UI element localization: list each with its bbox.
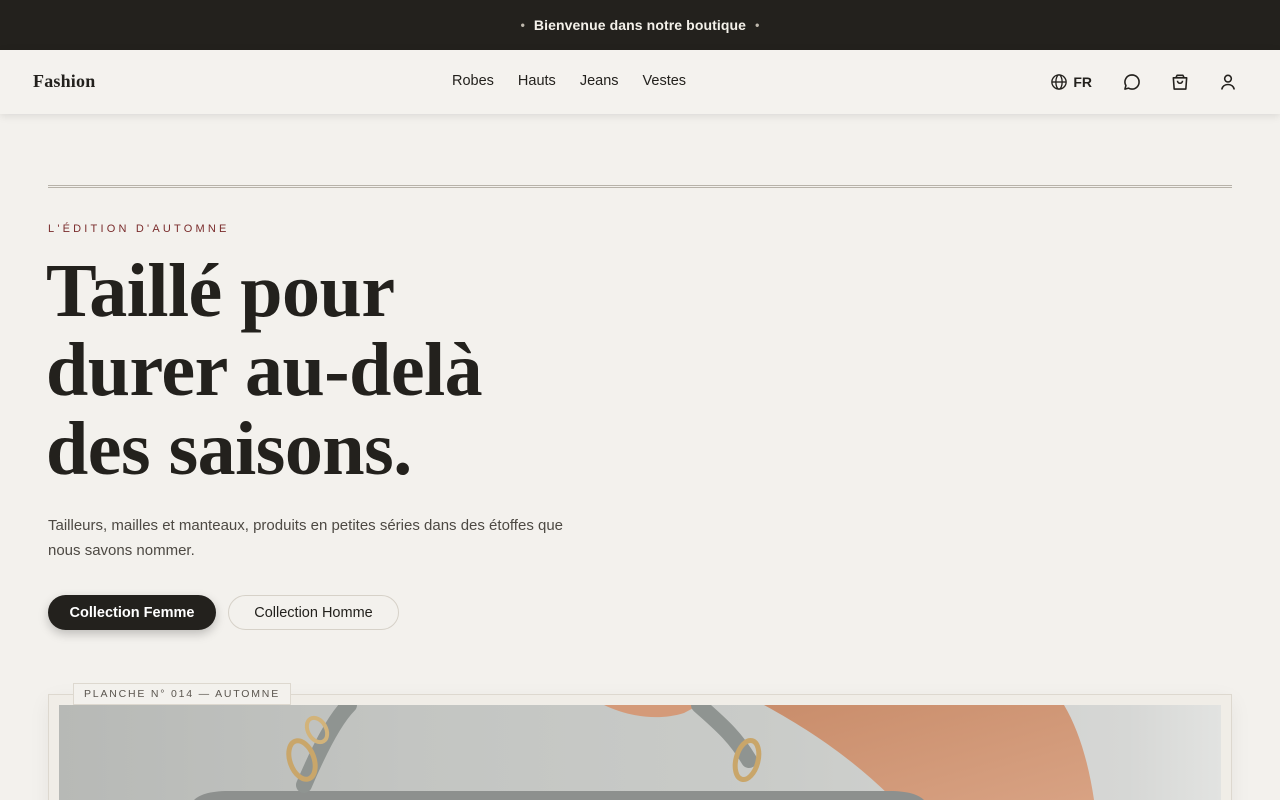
site-header: Fashion Robes Hauts Jeans Vestes FR (0, 50, 1280, 114)
description-line: Tailleurs, mailles et manteaux, produits… (48, 517, 564, 534)
language-selector[interactable]: FR (1050, 73, 1092, 91)
headline-line: durer au-delà (46, 328, 483, 412)
logo[interactable]: Fashion (33, 71, 95, 92)
description-line: nous savons nommer. (48, 542, 195, 559)
nav-item-vestes[interactable]: Vestes (643, 73, 687, 89)
bullet-icon: • (755, 18, 760, 32)
collection-femme-button[interactable]: Collection Femme (48, 595, 216, 630)
announcement-bar: • Bienvenue dans notre boutique • (0, 0, 1280, 50)
chat-bubble-icon[interactable] (1120, 70, 1144, 94)
user-icon[interactable] (1216, 70, 1240, 94)
headline-line: Taillé pour (46, 249, 395, 333)
hero-eyebrow: L'ÉDITION D'AUTOMNE (48, 223, 230, 235)
headline-line: des saisons. (46, 407, 412, 491)
announcement-text: Bienvenue dans notre boutique (533, 17, 747, 33)
hero-divider (48, 185, 1232, 188)
nav-item-hauts[interactable]: Hauts (518, 73, 556, 89)
nav-item-jeans[interactable]: Jeans (580, 73, 619, 89)
hero-headline: Taillé pour durer au-delà des saisons. (46, 252, 666, 489)
globe-icon (1050, 73, 1068, 91)
bullet-icon: • (520, 18, 525, 32)
collection-homme-button[interactable]: Collection Homme (228, 595, 399, 630)
plate-label: PLANCHE N° 014 — AUTOMNE (73, 683, 291, 705)
main-nav: Robes Hauts Jeans Vestes (452, 73, 710, 89)
language-label: FR (1073, 74, 1092, 90)
shopping-bag-icon[interactable] (1168, 70, 1192, 94)
handbag-photo (194, 705, 1094, 800)
hero-photo (59, 705, 1221, 800)
hero-description: Tailleurs, mailles et manteaux, produits… (48, 513, 628, 563)
header-actions: FR (1050, 70, 1240, 94)
nav-item-robes[interactable]: Robes (452, 73, 494, 89)
